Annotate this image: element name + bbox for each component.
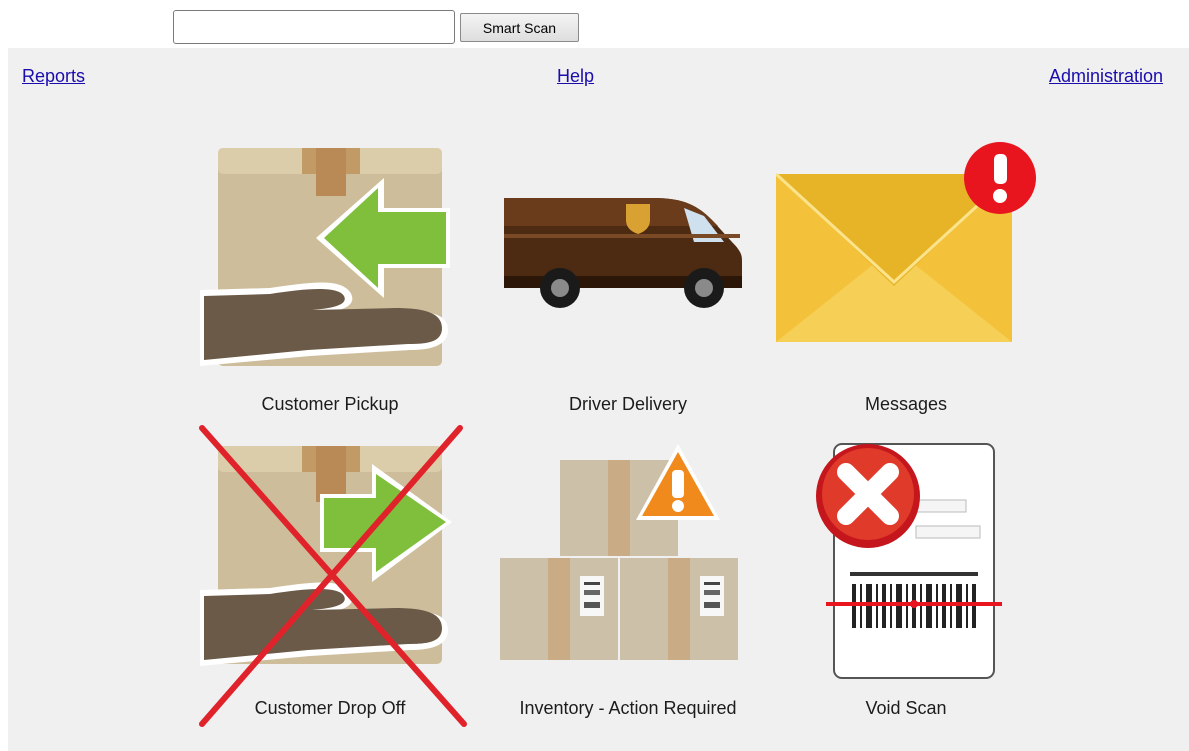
inventory-action-tile[interactable]: Inventory - Action Required — [498, 440, 758, 730]
tile-label: Driver Delivery — [568, 394, 687, 414]
envelope-alert-icon — [776, 142, 1036, 342]
disabled-cross-overlay — [199, 425, 467, 727]
inventory-warning-icon — [500, 444, 738, 660]
smart-scan-button[interactable]: Smart Scan — [460, 13, 579, 42]
customer-pickup-icon — [200, 148, 450, 366]
customer-pickup-tile[interactable]: Customer Pickup — [200, 140, 460, 420]
delivery-truck-icon — [504, 198, 742, 308]
top-bar: Smart Scan — [0, 0, 1189, 48]
void-scan-icon — [816, 443, 1002, 679]
tile-label: Void Scan — [865, 698, 947, 718]
administration-link[interactable]: Administration — [1049, 66, 1163, 87]
driver-delivery-tile[interactable]: Driver Delivery — [498, 140, 758, 420]
smart-scan-input[interactable] — [173, 10, 455, 44]
tile-label: Inventory - Action Required — [519, 698, 737, 718]
messages-tile[interactable]: Messages — [776, 140, 1036, 420]
customer-drop-off-tile[interactable]: Customer Drop Off — [199, 425, 467, 730]
main-panel: Reports Help Administration Customer Pic… — [8, 48, 1189, 751]
tile-label: Messages — [864, 394, 948, 414]
help-link[interactable]: Help — [557, 66, 594, 87]
void-scan-tile[interactable]: Void Scan — [776, 440, 1036, 730]
tile-label: Customer Pickup — [261, 394, 399, 414]
reports-link[interactable]: Reports — [22, 66, 85, 87]
